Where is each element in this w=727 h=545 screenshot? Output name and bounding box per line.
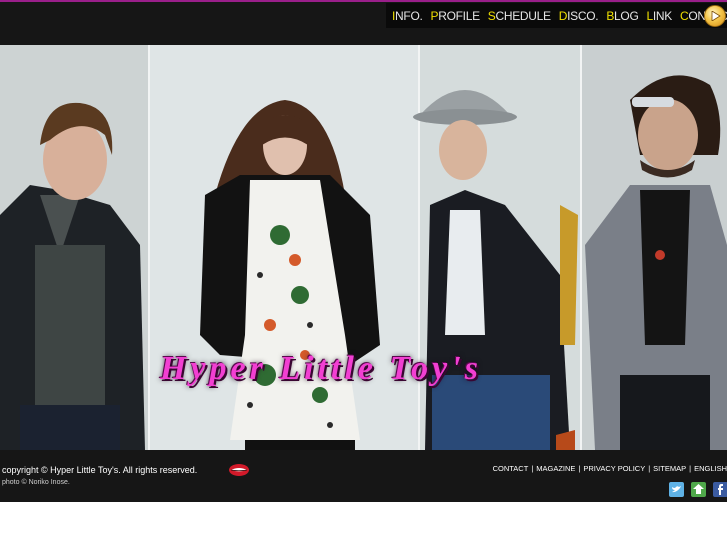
nav-profile[interactable]: PROFILE [431, 9, 481, 23]
band-members-illustration [0, 45, 727, 450]
nav-schedule[interactable]: SCHEDULE [488, 9, 551, 23]
footer [0, 450, 727, 502]
footer-links: CONTACT | MAGAZINE | PRIVACY POLICY | SITEMAP |… [492, 464, 727, 473]
band-title: Hyper Little Toy's [160, 350, 482, 387]
footer-link-magazine[interactable]: MAGAZINE [536, 464, 575, 473]
footer-link-english[interactable]: ENGLISH [694, 464, 727, 473]
nav-link[interactable]: LINK [646, 9, 672, 23]
facebook-button[interactable] [713, 482, 727, 497]
copyright-text: copyright © Hyper Little Toy's. All righ… [2, 465, 198, 475]
lips-logo-icon [229, 464, 249, 476]
nav-info[interactable]: INFO. [392, 9, 423, 23]
facebook-icon [718, 484, 723, 495]
main-nav: INFO. PROFILE SCHEDULE DISCO. BLOG LINK … [386, 3, 727, 28]
twitter-button[interactable] [669, 482, 684, 497]
footer-link-contact[interactable]: CONTACT [493, 464, 529, 473]
play-icon [711, 11, 721, 21]
footer-link-privacy-policy[interactable]: PRIVACY POLICY [583, 464, 645, 473]
top-bar: INFO. PROFILE SCHEDULE DISCO. BLOG LINK … [0, 0, 727, 45]
nav-blog[interactable]: BLOG [606, 9, 638, 23]
share-icon [693, 484, 704, 494]
nav-disco[interactable]: DISCO. [559, 9, 599, 23]
twitter-icon [672, 486, 681, 493]
footer-link-sitemap[interactable]: SITEMAP [653, 464, 686, 473]
share-button[interactable] [691, 482, 706, 497]
photo-credit: photo © Noriko Inose. [2, 479, 70, 486]
play-button[interactable] [704, 5, 726, 27]
band-photo: Hyper Little Toy's [0, 45, 727, 450]
